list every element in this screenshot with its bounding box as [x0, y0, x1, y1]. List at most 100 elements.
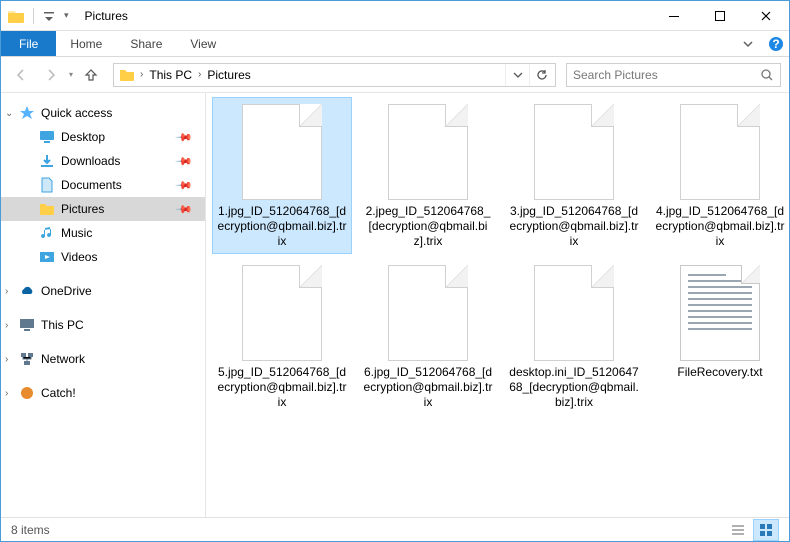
pictures-icon [39, 201, 55, 217]
desktop-icon [39, 129, 55, 145]
file-item[interactable]: 4.jpg_ID_512064768_[decryption@qbmail.bi… [650, 97, 789, 254]
qat-dropdown-icon[interactable]: ▾ [64, 10, 69, 21]
pin-icon: 📌 [175, 128, 194, 147]
breadcrumb-this-pc[interactable]: This PC [145, 64, 196, 86]
breadcrumb-pictures[interactable]: Pictures [203, 64, 254, 86]
tree-quick-access[interactable]: ⌄ Quick access [1, 101, 205, 125]
tree-network[interactable]: › Network [1, 347, 205, 371]
blank-file-icon [388, 104, 468, 200]
file-item[interactable]: desktop.ini_ID_512064768_[decryption@qbm… [504, 258, 644, 415]
file-name: 1.jpg_ID_512064768_[decryption@qbmail.bi… [217, 204, 347, 249]
tree-label: This PC [41, 318, 84, 332]
tree-label: Desktop [61, 130, 105, 144]
tree-label: Music [61, 226, 92, 240]
tab-home[interactable]: Home [56, 31, 116, 56]
status-bar: 8 items [1, 517, 789, 541]
file-name: FileRecovery.txt [677, 365, 762, 380]
details-view-button[interactable] [725, 519, 751, 541]
recent-locations-icon[interactable]: ▾ [69, 70, 73, 79]
maximize-button[interactable] [697, 1, 743, 31]
file-tab[interactable]: File [1, 31, 56, 56]
file-name: 5.jpg_ID_512064768_[decryption@qbmail.bi… [217, 365, 347, 410]
videos-icon [39, 249, 55, 265]
ribbon: File Home Share View ? [1, 31, 789, 57]
pin-icon: 📌 [175, 200, 194, 219]
search-input[interactable]: Search Pictures [566, 63, 781, 87]
chevron-right-icon[interactable]: › [196, 69, 203, 80]
address-dropdown-icon[interactable] [505, 64, 529, 86]
item-count: 8 items [11, 523, 50, 537]
svg-text:?: ? [772, 37, 779, 51]
file-name: desktop.ini_ID_512064768_[decryption@qbm… [509, 365, 639, 410]
file-item[interactable]: 6.jpg_ID_512064768_[decryption@qbmail.bi… [358, 258, 498, 415]
file-item[interactable]: 2.jpeg_ID_512064768_[decryption@qbmail.b… [358, 97, 498, 254]
qat-separator [33, 8, 34, 24]
chevron-right-icon[interactable]: › [5, 320, 8, 331]
minimize-button[interactable] [651, 1, 697, 31]
main: ⌄ Quick access Desktop 📌 Downloads 📌 Docum… [1, 93, 789, 517]
file-item[interactable]: 1.jpg_ID_512064768_[decryption@qbmail.bi… [212, 97, 352, 254]
tree-label: Documents [61, 178, 122, 192]
tab-view[interactable]: View [176, 31, 230, 56]
navigation-pane: ⌄ Quick access Desktop 📌 Downloads 📌 Docum… [1, 93, 206, 517]
pin-icon: 📌 [175, 176, 194, 195]
help-icon[interactable]: ? [763, 31, 789, 56]
chevron-right-icon[interactable]: › [5, 286, 8, 297]
tree-label: Pictures [61, 202, 104, 216]
tree-documents[interactable]: Documents 📌 [1, 173, 205, 197]
search-placeholder: Search Pictures [573, 68, 760, 82]
tree-label: Network [41, 352, 85, 366]
pin-icon: 📌 [175, 152, 194, 171]
this-pc-icon [19, 317, 35, 333]
txt-file-icon [680, 265, 760, 361]
tree-label: OneDrive [41, 284, 92, 298]
refresh-icon[interactable] [529, 64, 553, 86]
tree-label: Videos [61, 250, 97, 264]
blank-file-icon [534, 104, 614, 200]
title-bar: ▾ Pictures [1, 1, 789, 31]
search-icon [760, 68, 774, 82]
catch-icon [19, 385, 35, 401]
blank-file-icon [388, 265, 468, 361]
tree-videos[interactable]: Videos [1, 245, 205, 269]
tree-catch[interactable]: › Catch! [1, 381, 205, 405]
chevron-down-icon[interactable]: ⌄ [5, 108, 13, 119]
icons-view-button[interactable] [753, 519, 779, 541]
tree-music[interactable]: Music [1, 221, 205, 245]
forward-button[interactable] [39, 63, 63, 87]
tree-onedrive[interactable]: › OneDrive [1, 279, 205, 303]
tree-downloads[interactable]: Downloads 📌 [1, 149, 205, 173]
tree-label: Catch! [41, 386, 76, 400]
file-name: 2.jpeg_ID_512064768_[decryption@qbmail.b… [363, 204, 493, 249]
quick-access-toolbar: ▾ [1, 7, 75, 25]
file-item[interactable]: FileRecovery.txt [650, 258, 789, 415]
tree-label: Downloads [61, 154, 120, 168]
onedrive-icon [19, 283, 35, 299]
ribbon-expand-icon[interactable] [733, 31, 763, 56]
chevron-right-icon[interactable]: › [5, 388, 8, 399]
file-name: 6.jpg_ID_512064768_[decryption@qbmail.bi… [363, 365, 493, 410]
chevron-right-icon[interactable]: › [138, 69, 145, 80]
star-icon [19, 105, 35, 121]
file-item[interactable]: 3.jpg_ID_512064768_[decryption@qbmail.bi… [504, 97, 644, 254]
blank-file-icon [242, 104, 322, 200]
music-icon [39, 225, 55, 241]
network-icon [19, 351, 35, 367]
tree-this-pc[interactable]: › This PC [1, 313, 205, 337]
navigation-bar: ▾ › This PC › Pictures Search Pictures [1, 57, 789, 93]
tree-pictures[interactable]: Pictures 📌 [1, 197, 205, 221]
up-button[interactable] [79, 63, 103, 87]
tab-share[interactable]: Share [116, 31, 176, 56]
file-area[interactable]: 1.jpg_ID_512064768_[decryption@qbmail.bi… [206, 93, 789, 517]
chevron-right-icon[interactable]: › [5, 354, 8, 365]
blank-file-icon [534, 265, 614, 361]
file-name: 4.jpg_ID_512064768_[decryption@qbmail.bi… [655, 204, 785, 249]
file-item[interactable]: 5.jpg_ID_512064768_[decryption@qbmail.bi… [212, 258, 352, 415]
tree-desktop[interactable]: Desktop 📌 [1, 125, 205, 149]
back-button[interactable] [9, 63, 33, 87]
close-button[interactable] [743, 1, 789, 31]
file-grid: 1.jpg_ID_512064768_[decryption@qbmail.bi… [212, 97, 783, 415]
documents-icon [39, 177, 55, 193]
qat-overflow-icon[interactable] [42, 9, 56, 23]
address-bar[interactable]: › This PC › Pictures [113, 63, 556, 87]
